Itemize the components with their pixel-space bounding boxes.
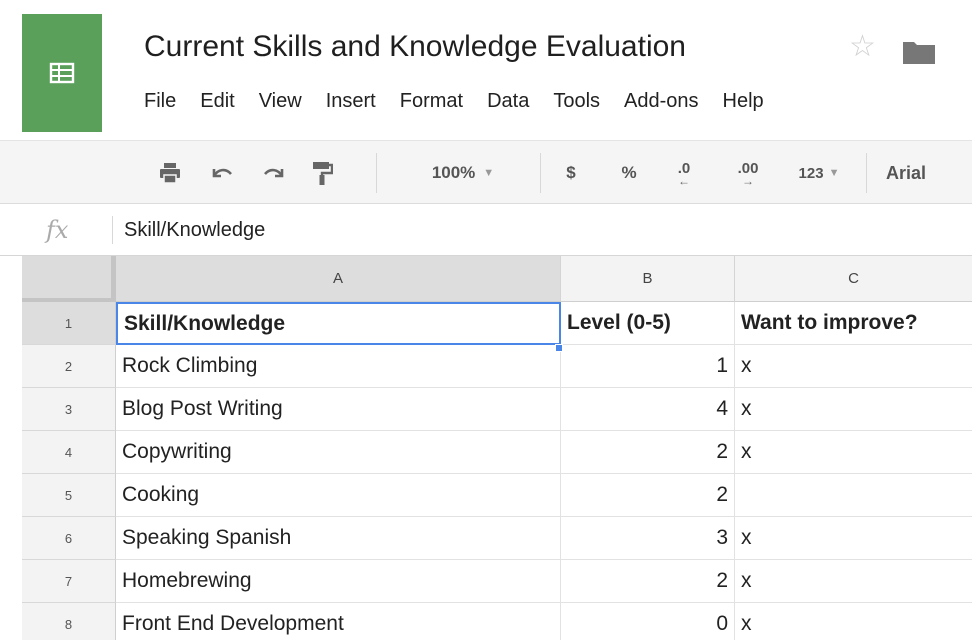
select-all-corner[interactable] xyxy=(22,256,116,302)
row-header[interactable]: 3 xyxy=(22,388,116,431)
number-format-select[interactable]: 123 ▼ xyxy=(786,141,852,205)
number-format-value: 123 xyxy=(798,164,824,182)
menu-insert[interactable]: Insert xyxy=(326,90,376,116)
arrow-right-icon: → xyxy=(742,174,754,188)
cell-c[interactable]: x xyxy=(735,388,972,431)
menu-view[interactable]: View xyxy=(259,90,302,116)
menu-help[interactable]: Help xyxy=(723,90,764,116)
cell-b[interactable]: 2 xyxy=(561,431,735,474)
cell-a[interactable]: Front End Development xyxy=(116,603,561,640)
formula-bar: fx xyxy=(0,204,972,256)
cell-b[interactable]: 2 xyxy=(561,560,735,603)
cell-c[interactable]: x xyxy=(735,603,972,640)
cell-c[interactable] xyxy=(735,474,972,517)
row-header[interactable]: 2 xyxy=(22,345,116,388)
row-header[interactable]: 6 xyxy=(22,517,116,560)
chevron-down-icon: ▼ xyxy=(483,167,495,179)
cell-b[interactable]: Level (0-5) xyxy=(561,302,735,345)
redo-button[interactable] xyxy=(256,141,292,205)
toolbar-divider xyxy=(376,153,377,193)
menu-bar: File Edit View Insert Format Data Tools … xyxy=(144,90,764,116)
sheets-grid-icon xyxy=(49,62,75,84)
decrease-decimal-button[interactable]: .0 ← xyxy=(666,141,702,205)
font-select[interactable]: Arial xyxy=(886,141,956,205)
star-icon[interactable]: ☆ xyxy=(849,32,876,62)
fill-handle[interactable] xyxy=(555,344,563,352)
spreadsheet-grid: A B C 1 Skill/Knowledge Level (0-5) Want to… xyxy=(0,256,972,640)
row-header[interactable]: 1 xyxy=(22,302,116,345)
increase-decimal-button[interactable]: .00 → xyxy=(728,141,768,205)
arrow-left-icon: ← xyxy=(678,174,690,188)
paint-format-button[interactable] xyxy=(304,141,340,205)
menu-tools[interactable]: Tools xyxy=(553,90,600,116)
toolbar-divider xyxy=(866,153,867,193)
row-header[interactable]: 8 xyxy=(22,603,116,640)
menu-file[interactable]: File xyxy=(144,90,176,116)
menu-format[interactable]: Format xyxy=(400,90,463,116)
formula-divider xyxy=(112,216,113,244)
cell-c[interactable]: x xyxy=(735,517,972,560)
currency-icon: $ xyxy=(566,163,576,182)
cell-a[interactable]: Copywriting xyxy=(116,431,561,474)
menu-data[interactable]: Data xyxy=(487,90,529,116)
cell-c[interactable]: x xyxy=(735,560,972,603)
cell-a[interactable]: Rock Climbing xyxy=(116,345,561,388)
cell-c[interactable]: x xyxy=(735,345,972,388)
chevron-down-icon: ▼ xyxy=(828,167,840,179)
cell-b[interactable]: 0 xyxy=(561,603,735,640)
menu-edit[interactable]: Edit xyxy=(200,90,234,116)
row-header[interactable]: 5 xyxy=(22,474,116,517)
print-icon xyxy=(160,163,180,184)
zoom-select[interactable]: 100% ▼ xyxy=(408,141,518,205)
cell-b[interactable]: 1 xyxy=(561,345,735,388)
undo-icon xyxy=(212,168,232,178)
toolbar-divider xyxy=(540,153,541,193)
cell-b[interactable]: 2 xyxy=(561,474,735,517)
app-header: Current Skills and Knowledge Evaluation … xyxy=(0,0,972,140)
undo-button[interactable] xyxy=(204,141,240,205)
row-header[interactable]: 4 xyxy=(22,431,116,474)
percent-icon: % xyxy=(621,163,637,182)
cell-a[interactable]: Homebrewing xyxy=(116,560,561,603)
formula-input[interactable] xyxy=(124,214,944,246)
column-header-c[interactable]: C xyxy=(735,256,972,302)
cell-a[interactable]: Skill/Knowledge xyxy=(116,302,561,345)
paint-format-icon xyxy=(313,162,333,185)
currency-format-button[interactable]: $ xyxy=(556,141,586,205)
folder-icon[interactable] xyxy=(903,40,935,64)
menu-add-ons[interactable]: Add-ons xyxy=(624,90,699,116)
cell-c[interactable]: Want to improve? xyxy=(735,302,972,345)
cell-b[interactable]: 3 xyxy=(561,517,735,560)
print-button[interactable] xyxy=(152,141,188,205)
cell-a[interactable]: Cooking xyxy=(116,474,561,517)
font-value: Arial xyxy=(886,162,927,183)
column-header-b[interactable]: B xyxy=(561,256,735,302)
document-title[interactable]: Current Skills and Knowledge Evaluation xyxy=(144,30,686,64)
sheets-logo[interactable] xyxy=(22,14,102,132)
cell-b[interactable]: 4 xyxy=(561,388,735,431)
column-header-a[interactable]: A xyxy=(116,256,561,302)
toolbar: 100% ▼ $ % .0 ← .00 → 123 ▼ Arial xyxy=(0,140,972,204)
zoom-value: 100% xyxy=(431,163,476,182)
fx-icon: fx xyxy=(46,216,69,244)
cell-c[interactable]: x xyxy=(735,431,972,474)
percent-format-button[interactable]: % xyxy=(614,141,644,205)
cell-a[interactable]: Blog Post Writing xyxy=(116,388,561,431)
row-header[interactable]: 7 xyxy=(22,560,116,603)
redo-icon xyxy=(264,168,284,178)
cell-a[interactable]: Speaking Spanish xyxy=(116,517,561,560)
